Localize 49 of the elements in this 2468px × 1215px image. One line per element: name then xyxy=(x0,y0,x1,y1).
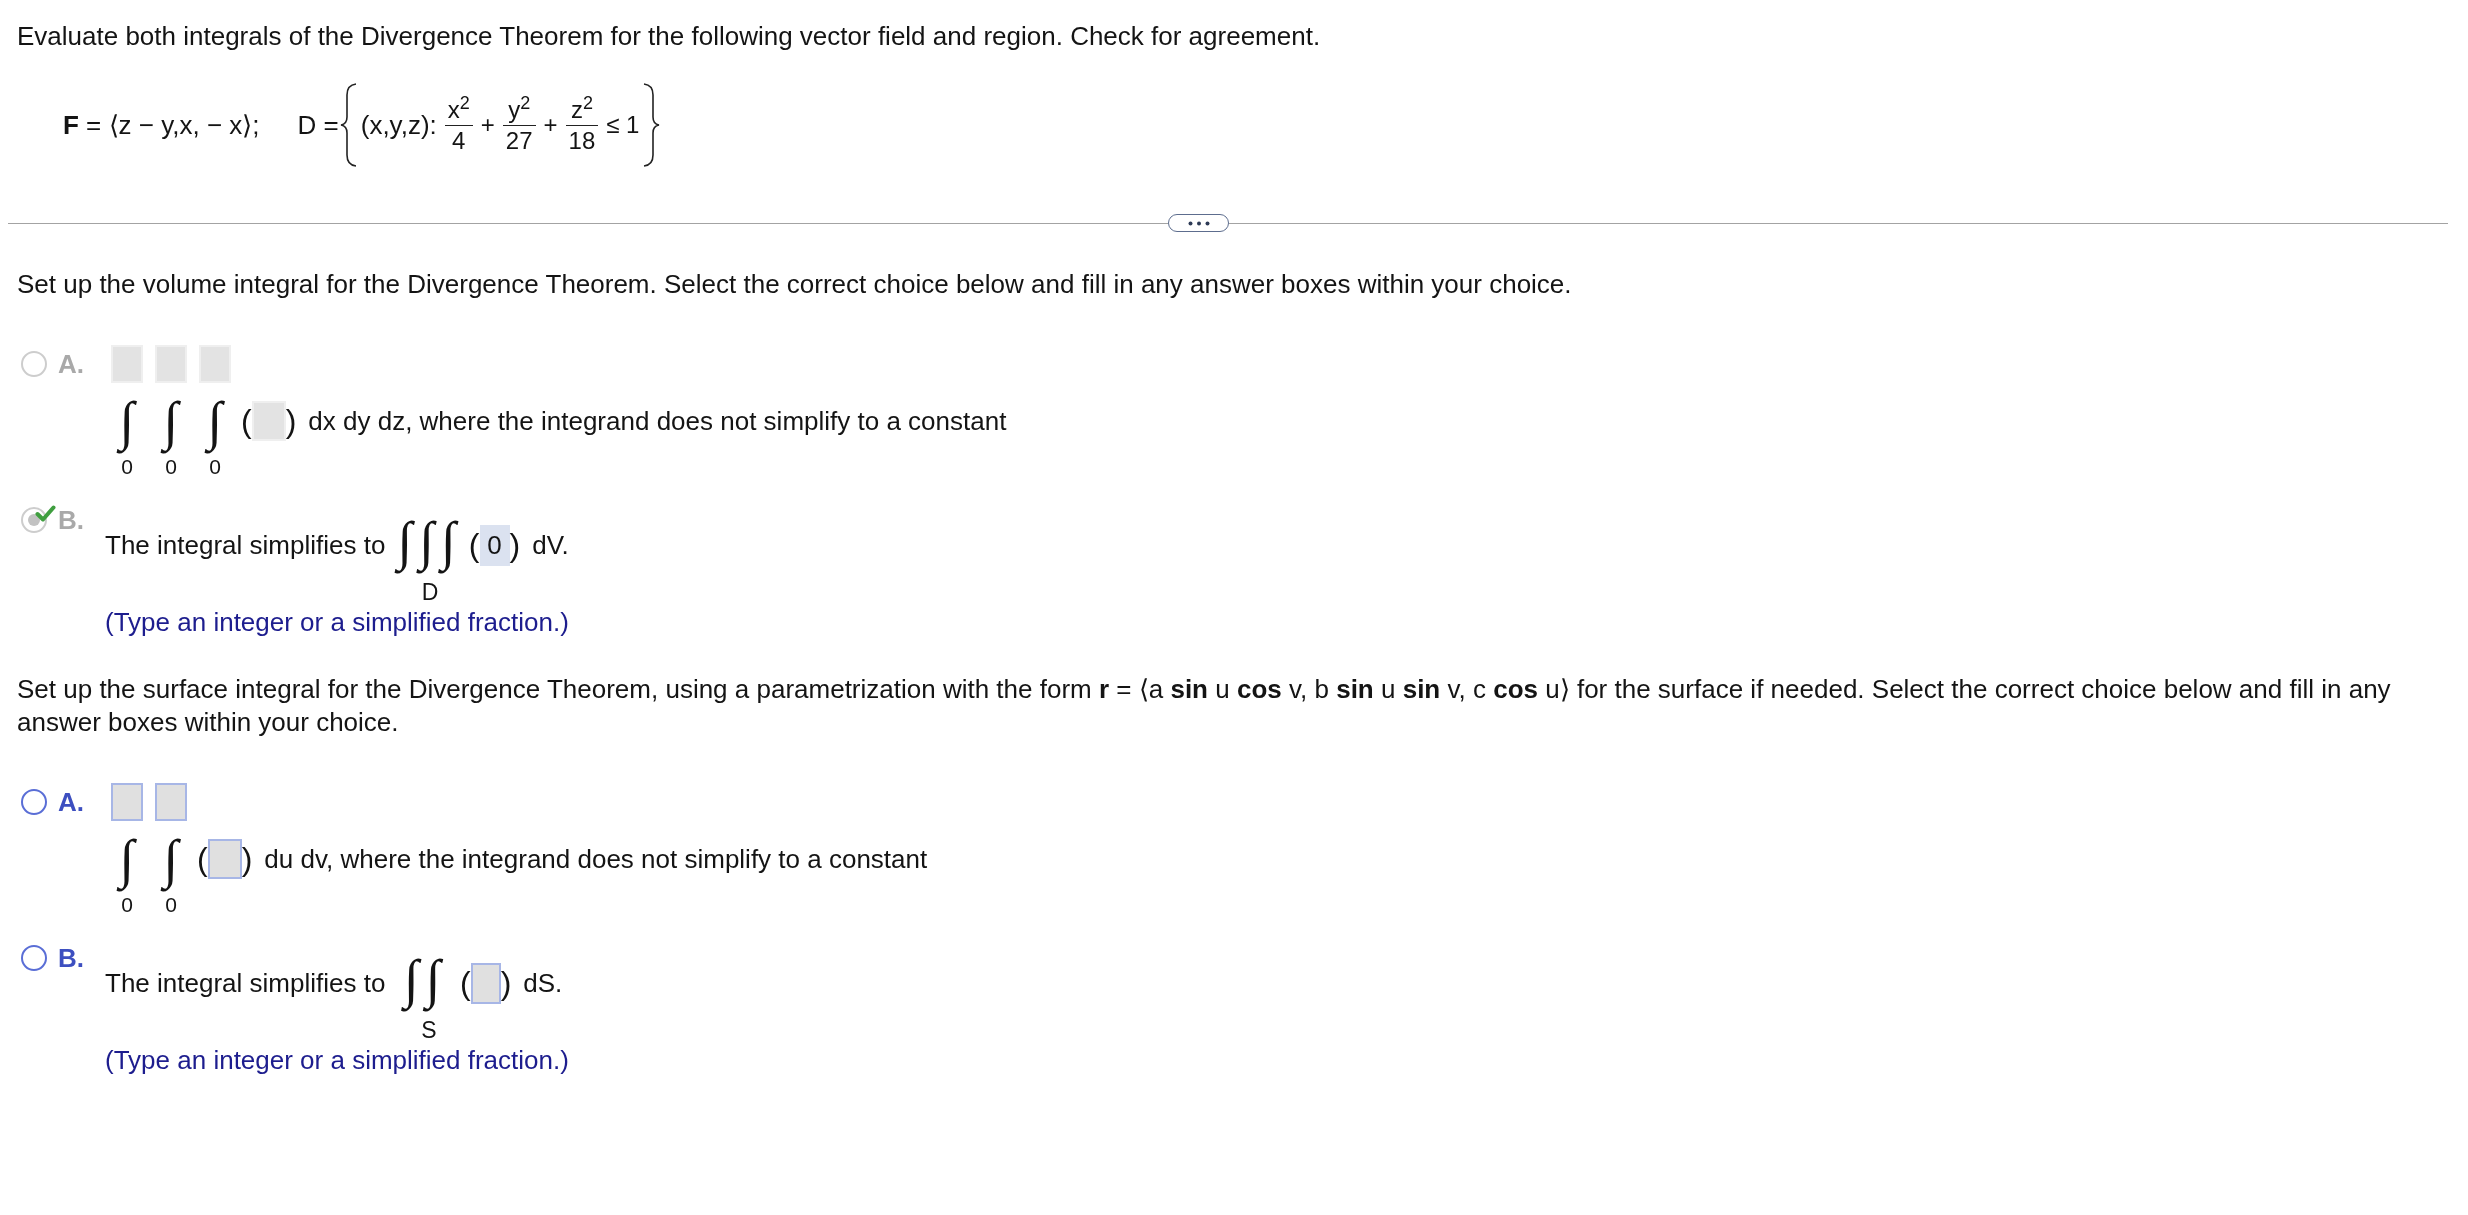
ellipsis-icon xyxy=(1187,220,1210,226)
numerator: x$^{2}$ xyxy=(446,94,471,125)
denominator: 18 xyxy=(567,125,597,156)
choice-text: The integral simplifies to xyxy=(105,968,387,998)
lower-limit: 0 xyxy=(165,455,177,479)
radio-button[interactable] xyxy=(21,789,47,815)
choice-letter: B. xyxy=(58,506,84,534)
parenthesis: ( xyxy=(460,964,471,1003)
choice-letter: B. xyxy=(58,944,84,972)
denominator: 4 xyxy=(451,125,467,156)
numerator: z$^{2}$ xyxy=(569,94,594,125)
lower-limit: 0 xyxy=(165,893,177,917)
instructions-text: Evaluate both integrals of the Divergence Theorem for the following vector field and region. Check for agreement. xyxy=(17,21,1322,51)
hint-text: (Type an integer or a simplified fraction.) xyxy=(105,1045,569,1075)
differential-text: dS. xyxy=(523,968,563,998)
parenthesis: ) xyxy=(285,402,297,441)
parenthesis: ( xyxy=(241,402,252,441)
expand-button[interactable] xyxy=(1168,214,1229,232)
parenthesis: ) xyxy=(241,840,253,879)
lower-limit: 0 xyxy=(209,455,221,479)
lower-limit: 0 xyxy=(121,455,133,479)
answer-box[interactable] xyxy=(207,839,242,879)
parenthesis: ) xyxy=(509,526,521,565)
parenthesis: ( xyxy=(468,526,480,565)
domain-label: D xyxy=(421,579,439,605)
vector-field: F = ⟨z − y,x, − x⟩; xyxy=(63,105,260,145)
answer-box[interactable] xyxy=(155,783,187,821)
numerator: y$^{2}$ xyxy=(507,94,532,125)
set-variables: (x,y,z): xyxy=(360,108,437,142)
math-operator: ≤ 1 xyxy=(606,110,640,140)
choice-text: The integral simplifies to xyxy=(105,530,386,560)
parenthesis: ( xyxy=(197,840,208,879)
choice-text: du dv, where the integrand does not simplify to a constant xyxy=(264,844,928,874)
choice-letter: A. xyxy=(58,788,84,816)
prompt-text: Set up the volume integral for the Divergence Theorem. Select the correct choice below and fill in any answer boxes within your choice. xyxy=(17,268,1573,301)
choice-text: dx dy dz, where the integrand does not simplify to a constant xyxy=(308,406,1007,436)
differential-text: dV. xyxy=(532,530,569,560)
choice-letter: A. xyxy=(58,350,84,378)
answer-box[interactable] xyxy=(111,783,143,821)
answer-box[interactable] xyxy=(470,962,501,1004)
region-label: D = xyxy=(297,108,339,142)
denominator: 27 xyxy=(504,125,534,156)
hint-text: (Type an integer or a simplified fraction.) xyxy=(105,607,569,637)
lower-limit: 0 xyxy=(121,893,133,917)
math-operator: + xyxy=(543,110,558,140)
radio-button[interactable] xyxy=(21,945,47,971)
parenthesis: ) xyxy=(500,964,512,1003)
math-operator: + xyxy=(480,110,495,140)
domain-label: S xyxy=(421,1017,437,1043)
